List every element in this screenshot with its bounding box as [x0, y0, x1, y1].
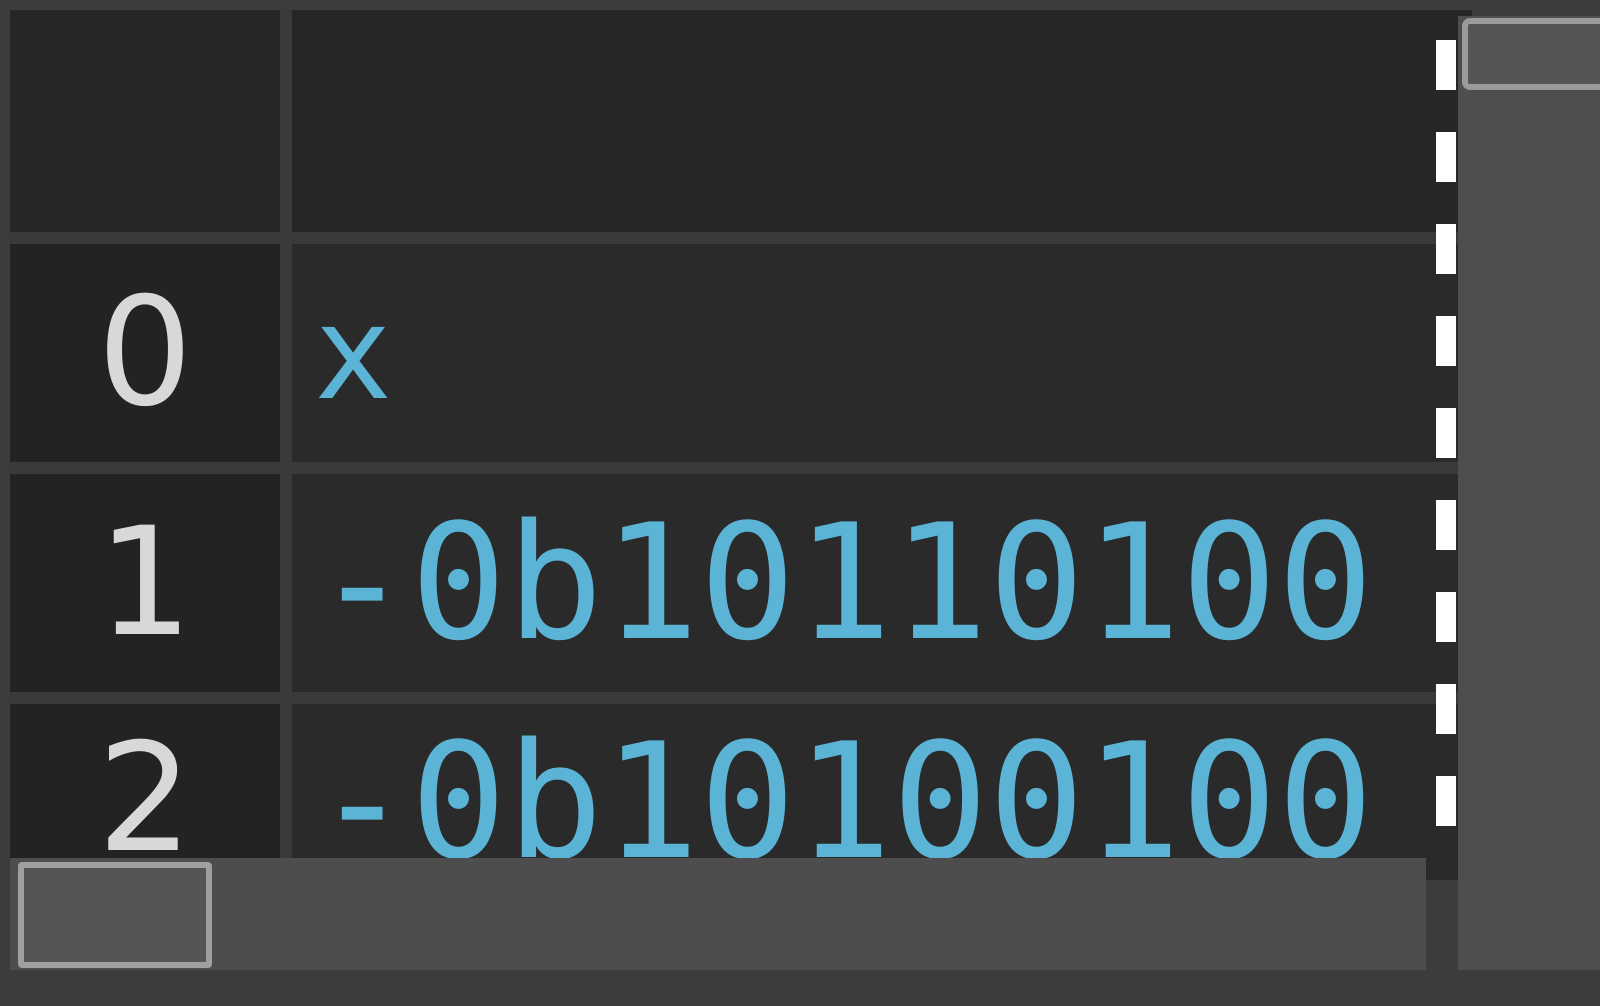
selection-dashed-border [1436, 40, 1456, 860]
column-header-cell[interactable] [292, 10, 1472, 232]
value-cell[interactable]: -0b10100100 [292, 704, 1472, 881]
horizontal-scrollbar-thumb[interactable] [18, 862, 212, 968]
horizontal-scrollbar-track[interactable] [10, 858, 1426, 970]
row-divider [10, 462, 1472, 474]
dataframe-viewer: 0 x 1 -0b10110100 2 -0b10100100 [0, 0, 1600, 1006]
vertical-scrollbar-track[interactable] [1458, 16, 1600, 970]
index-column-divider [280, 10, 292, 880]
row-divider [10, 232, 1472, 244]
header-row [10, 10, 1472, 232]
row-divider [10, 692, 1472, 704]
table-row[interactable]: 0 x [10, 244, 1472, 462]
row-index-cell: 2 [10, 704, 280, 880]
row-index-cell: 1 [10, 474, 280, 692]
row-index-cell: 0 [10, 244, 280, 462]
table-row[interactable]: 2 -0b10100100 [10, 704, 1472, 880]
index-header-cell[interactable] [10, 10, 280, 232]
value-cell[interactable]: x [292, 244, 1472, 462]
table-row[interactable]: 1 -0b10110100 [10, 474, 1472, 692]
value-cell[interactable]: -0b10110100 [292, 474, 1472, 692]
data-grid: 0 x 1 -0b10110100 2 -0b10100100 [10, 10, 1472, 880]
vertical-scrollbar-thumb[interactable] [1462, 18, 1600, 90]
